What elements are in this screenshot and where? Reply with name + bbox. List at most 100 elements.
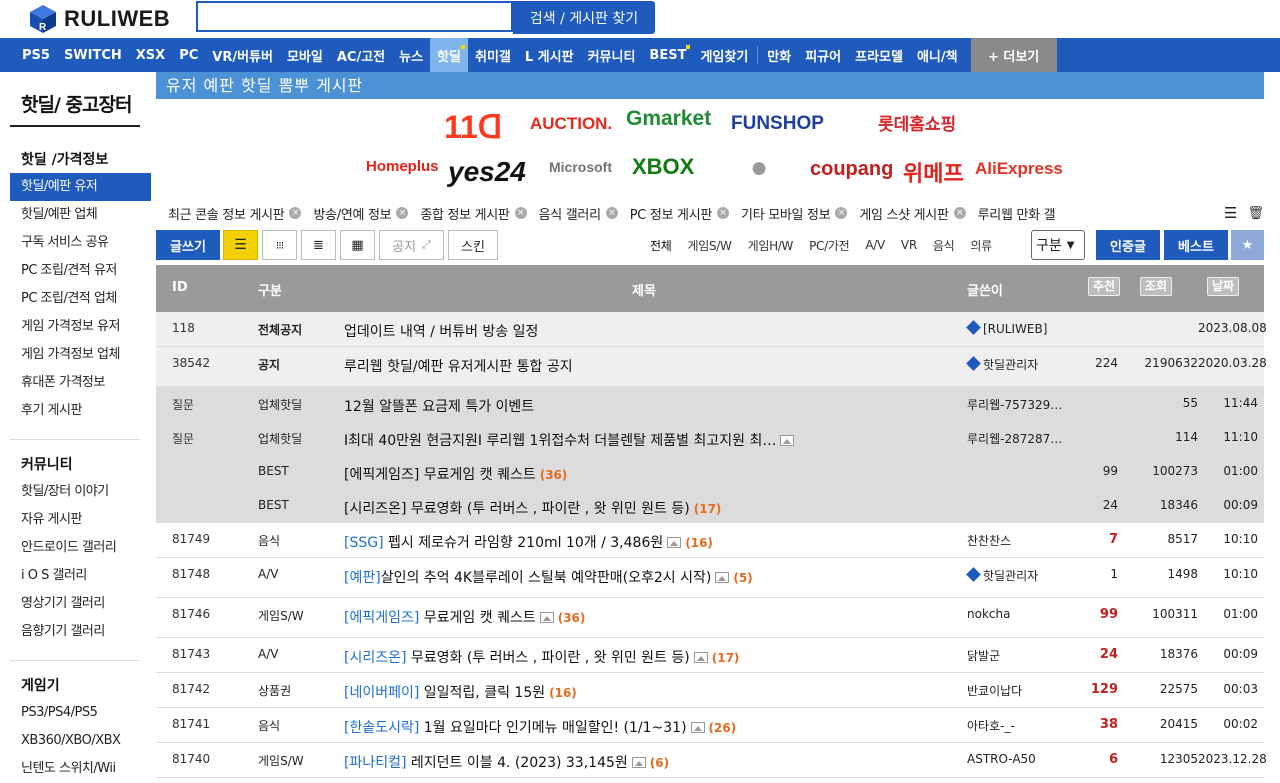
nav-item-17[interactable]: 애니/책 bbox=[910, 38, 965, 72]
favorite-button[interactable]: ★ bbox=[1231, 230, 1264, 260]
skin-button[interactable]: 스킨 bbox=[448, 230, 498, 260]
menu-icon[interactable]: ☰ bbox=[1224, 204, 1237, 222]
ruliweb-logo[interactable]: R RULIWEB bbox=[28, 3, 170, 35]
table-row[interactable]: 38542 공지 루리웹 핫딜/예판 유저게시판 통합 공지 핫딜관리자 224 2190… bbox=[156, 347, 1267, 387]
nav-item-3[interactable]: PC bbox=[172, 38, 205, 72]
category-link[interactable]: 게임S/W bbox=[687, 237, 731, 254]
recent-board-tab[interactable]: 기타 모바일 정보 × bbox=[741, 204, 848, 223]
row-title[interactable]: [파나티컬] 레지던트 이블 4. (2023) 33,145원 (6) bbox=[344, 752, 669, 772]
nav-item-9[interactable]: 취미갤 bbox=[468, 38, 518, 72]
row-author[interactable]: 닭발군 bbox=[967, 647, 1000, 664]
recent-board-tab[interactable]: 최근 콘솔 정보 게시판 × bbox=[168, 204, 302, 223]
sidebar-item[interactable]: 게임 가격정보 업체 bbox=[10, 341, 151, 369]
recent-board-tab[interactable]: 루리웹 만화 갤 bbox=[978, 204, 1056, 223]
row-author[interactable]: [RULIWEB] bbox=[966, 320, 1047, 336]
comment-count[interactable]: (26) bbox=[709, 721, 737, 735]
row-title[interactable]: [시리즈온] 무료영화 (투 러버스 , 파이란 , 왓 위민 원트 등) (17… bbox=[344, 647, 739, 667]
close-icon[interactable]: × bbox=[835, 207, 848, 219]
detail-list-view-button[interactable]: ≣ bbox=[301, 230, 336, 260]
write-button[interactable]: 글쓰기 bbox=[156, 230, 220, 260]
close-icon[interactable]: × bbox=[396, 207, 409, 219]
row-title[interactable]: 업데이트 내역 / 버튜버 방송 일정 bbox=[344, 321, 538, 341]
shop-logo[interactable]: Gmarket bbox=[626, 107, 711, 131]
sidebar-item[interactable]: 핫딜/예판 유저 bbox=[10, 173, 151, 201]
table-row[interactable]: 81742 상품권 [네이버페이] 일일적립, 클릭 15원 (16) 반쿄이납다 129… bbox=[156, 673, 1264, 708]
row-title[interactable]: 루리웹 핫딜/예판 유저게시판 통합 공지 bbox=[344, 356, 573, 376]
notice-toggle-button[interactable]: 공지 ⤢ bbox=[379, 230, 444, 260]
recent-board-tab[interactable]: 게임 스샷 게시판 × bbox=[859, 204, 966, 223]
row-title[interactable]: [에픽게임즈] 무료게임 캣 퀘스트 (36) bbox=[344, 607, 585, 627]
sidebar-item[interactable]: 자유 게시판 bbox=[10, 506, 151, 534]
recent-board-tab[interactable]: 음식 갤러리 × bbox=[539, 204, 618, 223]
trash-icon[interactable]: 🗑 bbox=[1247, 206, 1264, 221]
col-category[interactable]: 구분 bbox=[258, 280, 282, 299]
nav-item-6[interactable]: AC/고전 bbox=[330, 38, 392, 72]
nav-item-12[interactable]: BEST bbox=[642, 38, 693, 72]
table-row[interactable]: BEST [에픽게임즈] 무료게임 캣 퀘스트 (36) 99 100273 01:00 bbox=[156, 455, 1264, 489]
category-link[interactable]: PC/가전 bbox=[809, 237, 850, 254]
table-row[interactable]: 118 전체공지 업데이트 내역 / 버튜버 방송 일정 [RULIWEB] 2023.… bbox=[156, 312, 1267, 347]
col-date[interactable]: 날짜 bbox=[1207, 277, 1240, 296]
shop-logo[interactable]: coupang bbox=[810, 158, 893, 181]
row-author[interactable]: 핫딜관리자 bbox=[966, 567, 1038, 584]
category-link[interactable]: 전체 bbox=[650, 237, 672, 254]
shop-logo[interactable]: 위메프 bbox=[903, 156, 964, 188]
close-icon[interactable]: × bbox=[514, 207, 527, 219]
comment-count[interactable]: (36) bbox=[540, 468, 568, 482]
table-row[interactable]: 81748 A/V [예판]살인의 추억 4K블루레이 스틸북 예약판매(오후2시 … bbox=[156, 558, 1264, 598]
col-author[interactable]: 글쓴이 bbox=[967, 280, 1003, 299]
category-select[interactable]: 구분 ▼ bbox=[1031, 230, 1085, 260]
close-icon[interactable]: × bbox=[953, 207, 966, 219]
sidebar-item[interactable]: 후기 게시판 bbox=[10, 397, 151, 425]
row-author[interactable]: 반쿄이납다 bbox=[967, 682, 1022, 699]
nav-item-14[interactable]: 만화 bbox=[760, 38, 798, 72]
table-row[interactable]: 81746 게임S/W [에픽게임즈] 무료게임 캣 퀘스트 (36) nokcha 99… bbox=[156, 598, 1264, 638]
nav-item-13[interactable]: 게임찾기 bbox=[693, 38, 755, 72]
sidebar-item[interactable]: 핫딜/예판 업체 bbox=[10, 201, 151, 229]
sidebar-item[interactable]: 음향기기 갤러리 bbox=[10, 618, 151, 646]
table-row[interactable]: 81740 게임S/W [파나티컬] 레지던트 이블 4. (2023) 33,14… bbox=[156, 743, 1267, 778]
sidebar-item[interactable]: 영상기기 갤러리 bbox=[10, 590, 151, 618]
shop-logo[interactable]: Microsoft bbox=[549, 159, 612, 175]
best-button[interactable]: 베스트 bbox=[1164, 230, 1228, 260]
sidebar-item[interactable]: PS3/PS4/PS5 bbox=[10, 699, 151, 727]
row-title[interactable]: [에픽게임즈] 무료게임 캣 퀘스트 (36) bbox=[344, 464, 567, 484]
nav-item-8[interactable]: 핫딜 bbox=[430, 38, 468, 72]
certified-button[interactable]: 인증글 bbox=[1096, 230, 1160, 260]
table-row[interactable]: 81741 음식 [한솥도시락] 1월 요일마다 인기메뉴 매일할인! (1/1~3… bbox=[156, 708, 1264, 743]
nav-item-16[interactable]: 프라모델 bbox=[848, 38, 910, 72]
sidebar-item[interactable]: 닌텐도 스위치/Wii bbox=[10, 755, 151, 783]
nav-item-1[interactable]: SWITCH bbox=[57, 38, 129, 72]
grid-large-view-button[interactable]: ▦ bbox=[340, 230, 375, 260]
comment-count[interactable]: (5) bbox=[733, 571, 752, 585]
category-link[interactable]: A/V bbox=[865, 238, 885, 252]
col-id[interactable]: ID bbox=[172, 280, 188, 295]
search-input[interactable] bbox=[196, 1, 513, 32]
row-author[interactable]: nokcha bbox=[967, 607, 1010, 621]
category-link[interactable]: VR bbox=[901, 238, 917, 252]
sidebar-item[interactable]: 게임 가격정보 유저 bbox=[10, 313, 151, 341]
category-link[interactable]: 의류 bbox=[970, 237, 992, 254]
search-button[interactable]: 검색 / 게시판 찾기 bbox=[513, 1, 655, 34]
close-icon[interactable]: × bbox=[717, 207, 730, 219]
sidebar-item[interactable]: PC 조립/견적 유저 bbox=[10, 257, 151, 285]
row-author[interactable]: 루리웹-757329… bbox=[967, 396, 1062, 413]
sidebar-item[interactable]: 안드로이드 갤러리 bbox=[10, 534, 151, 562]
row-title[interactable]: 12월 알뜰폰 요금제 특가 이벤트 bbox=[344, 396, 534, 416]
shop-logo[interactable]: 11ᗡ bbox=[444, 108, 502, 146]
row-title[interactable]: I최대 40만원 현금지원I 루리웹 1위접수처 더블렌탈 제품별 최고지원 최… bbox=[344, 430, 795, 450]
comment-count[interactable]: (17) bbox=[712, 651, 740, 665]
shop-logo[interactable]: AliExpress bbox=[975, 159, 1063, 179]
close-icon[interactable]: × bbox=[605, 207, 618, 219]
table-row[interactable]: 81743 A/V [시리즈온] 무료영화 (투 러버스 , 파이란 , 왓 위민 … bbox=[156, 638, 1264, 673]
comment-count[interactable]: (17) bbox=[694, 502, 722, 516]
nav-item-11[interactable]: 커뮤니티 bbox=[581, 38, 643, 72]
row-author[interactable]: 찬찬찬스 bbox=[967, 532, 1011, 549]
nav-item-15[interactable]: 피규어 bbox=[798, 38, 848, 72]
sidebar-item[interactable]: 휴대폰 가격정보 bbox=[10, 369, 151, 397]
shop-logo[interactable]: Homeplus bbox=[366, 158, 439, 175]
table-row[interactable]: 81749 음식 [SSG] 펩시 제로슈거 라임향 210ml 10개 / 3,4… bbox=[156, 523, 1264, 558]
table-row[interactable]: 질문 업체핫딜 12월 알뜰폰 요금제 특가 이벤트 루리웹-757329… 55 11:… bbox=[156, 387, 1264, 421]
nav-item-2[interactable]: XSX bbox=[129, 38, 172, 72]
recent-board-tab[interactable]: 종합 정보 게시판 × bbox=[420, 204, 527, 223]
